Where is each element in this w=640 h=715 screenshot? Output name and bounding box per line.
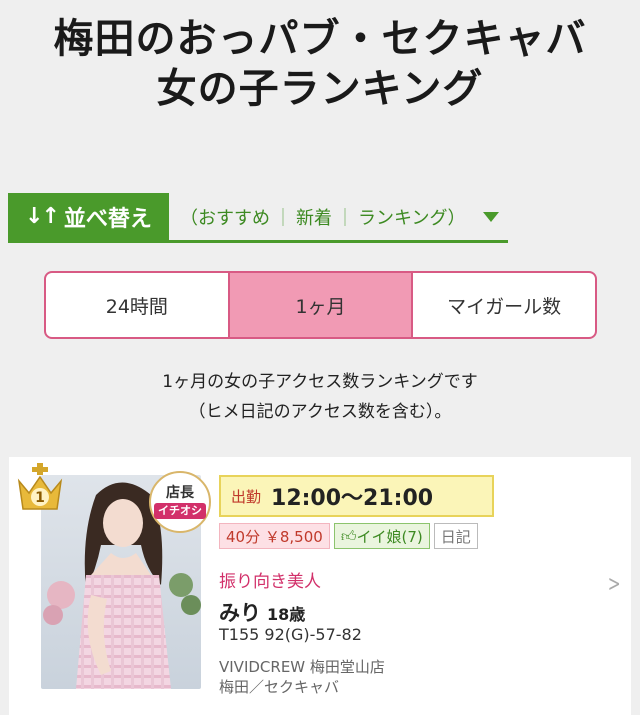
sort-separator: ｜ [336,207,354,229]
like-tag[interactable]: 👍︎ イイ娘(7) [333,523,430,549]
price-tag: 40分 ￥8,500 [219,523,330,549]
sort-paren-open: （ [180,207,198,229]
shift-box: 出勤 12:00〜21:00 [219,475,494,517]
diary-tag[interactable]: 日記 [433,523,478,549]
tab-1month[interactable]: 1ヶ月 [229,273,414,337]
badge-line1: 店長 [166,485,194,501]
shop-info: VIVIDCREW 梅田堂山店 梅田／セクキャバ [219,657,385,697]
chevron-right-icon[interactable]: > [608,572,621,597]
manager-pick-badge: 店長 イチオシ [149,471,211,533]
girl-name[interactable]: みり 18歳 [219,597,305,627]
sort-option-ranking[interactable]: ランキング [358,204,447,230]
sort-button[interactable]: ↓↑ 並べ替え [8,193,169,240]
ranking-description: 1ヶ月の女の子アクセス数ランキングです （ヒメ日記のアクセス数を含む）。 [0,367,640,427]
shop-area: 梅田／セクキャバ [219,678,340,696]
shift-time: 12:00〜21:00 [271,486,434,511]
tab-24h[interactable]: 24時間 [46,273,230,337]
thumbs-up-icon: 👍︎ [340,526,357,545]
sort-paren-close: ） [447,207,466,229]
girl-card[interactable]: 1 店長 イチオシ 出勤 12:00〜21:00 40分 ￥8,500 👍︎ イ… [9,457,631,715]
girl-specs: T155 92(G)-57-82 [219,625,362,644]
like-label: イイ娘(7) [356,527,423,546]
sort-arrows-icon: ↓↑ [25,204,60,229]
page-title: 梅田のおっパブ・セクキャバ 女の子ランキング [0,14,640,114]
sort-option-recommended[interactable]: おすすめ [198,204,270,230]
catch-copy: 振り向き美人 [219,572,321,592]
sort-options[interactable]: （ おすすめ ｜ 新着 ｜ ランキング ） [180,193,500,240]
girl-name-text: みり [219,601,261,625]
description-line2: （ヒメ日記のアクセス数を含む）。 [188,402,452,422]
girl-age: 18歳 [267,605,306,624]
sort-bar: ↓↑ 並べ替え （ おすすめ ｜ 新着 ｜ ランキング ） [8,193,508,243]
shift-label: 出勤 [231,487,262,506]
page-title-line1: 梅田のおっパブ・セクキャバ [53,16,587,62]
rank-number: 1 [35,490,45,506]
sort-separator: ｜ [274,207,292,229]
period-tabs: 24時間 1ヶ月 マイガール数 [44,271,597,339]
sort-option-new[interactable]: 新着 [296,204,332,230]
sort-button-label: 並べ替え [63,206,152,232]
dropdown-caret-icon[interactable] [483,211,500,222]
rank-crown-icon: 1 [17,463,63,510]
tab-mygirl-count[interactable]: マイガール数 [413,273,595,337]
page-title-line2: 女の子ランキング [156,66,484,112]
description-line1: 1ヶ月の女の子アクセス数ランキングです [162,372,478,392]
badge-line2: イチオシ [154,503,206,519]
card-tags: 40分 ￥8,500 👍︎ イイ娘(7) 日記 [219,523,478,549]
shop-name: VIVIDCREW 梅田堂山店 [219,658,385,676]
